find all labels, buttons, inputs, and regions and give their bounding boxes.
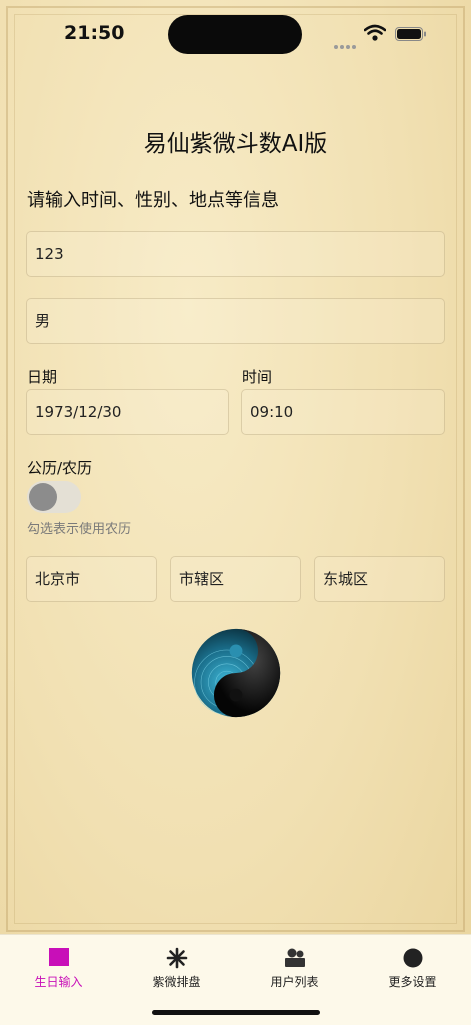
square-icon bbox=[49, 948, 69, 966]
status-time: 21:50 bbox=[64, 22, 125, 44]
page-title: 易仙紫微斗数AI版 bbox=[143, 131, 328, 157]
time-label: 时间 bbox=[242, 368, 273, 386]
wifi-icon bbox=[364, 24, 386, 41]
tab-label: 用户列表 bbox=[270, 975, 319, 989]
time-field[interactable]: 09:10 bbox=[241, 389, 445, 435]
date-field[interactable]: 1973/12/30 bbox=[26, 389, 229, 435]
date-label: 日期 bbox=[27, 368, 58, 386]
province-select[interactable]: 北京市 bbox=[26, 556, 157, 602]
tab-user-list[interactable]: 用户列表 bbox=[236, 935, 353, 995]
asterisk-icon bbox=[166, 947, 188, 969]
district-value: 东城区 bbox=[323, 570, 369, 588]
tab-label: 更多设置 bbox=[388, 975, 437, 989]
time-value: 09:10 bbox=[250, 403, 294, 421]
circle-icon bbox=[403, 948, 423, 968]
info-input[interactable]: 123 bbox=[26, 231, 445, 277]
city-select[interactable]: 市辖区 bbox=[170, 556, 301, 602]
gender-field[interactable]: 男 bbox=[26, 298, 445, 344]
tab-more-settings[interactable]: 更多设置 bbox=[354, 935, 471, 995]
district-select[interactable]: 东城区 bbox=[314, 556, 445, 602]
tab-birthday-input[interactable]: 生日输入 bbox=[0, 935, 117, 995]
dynamic-island bbox=[168, 15, 302, 54]
info-input-value: 123 bbox=[35, 245, 64, 263]
taiji-logo[interactable] bbox=[190, 627, 282, 719]
date-value: 1973/12/30 bbox=[35, 403, 122, 421]
signal-icon bbox=[334, 34, 358, 49]
toggle-knob bbox=[29, 483, 57, 511]
tab-label: 生日输入 bbox=[34, 975, 83, 989]
form-prompt: 请输入时间、性别、地点等信息 bbox=[27, 190, 279, 211]
province-value: 北京市 bbox=[35, 570, 81, 588]
home-indicator bbox=[152, 1010, 320, 1015]
tab-ziwei-chart[interactable]: 紫微排盘 bbox=[118, 935, 235, 995]
lunar-calendar-toggle[interactable] bbox=[27, 481, 81, 513]
battery-icon bbox=[395, 27, 426, 41]
users-icon bbox=[285, 948, 305, 967]
calendar-label: 公历/农历 bbox=[27, 459, 93, 477]
tab-label: 紫微排盘 bbox=[152, 975, 201, 989]
city-value: 市辖区 bbox=[179, 570, 225, 588]
status-bar: 21:50 bbox=[0, 0, 471, 60]
calendar-hint: 勾选表示使用农历 bbox=[27, 522, 132, 537]
gender-value: 男 bbox=[35, 312, 51, 330]
